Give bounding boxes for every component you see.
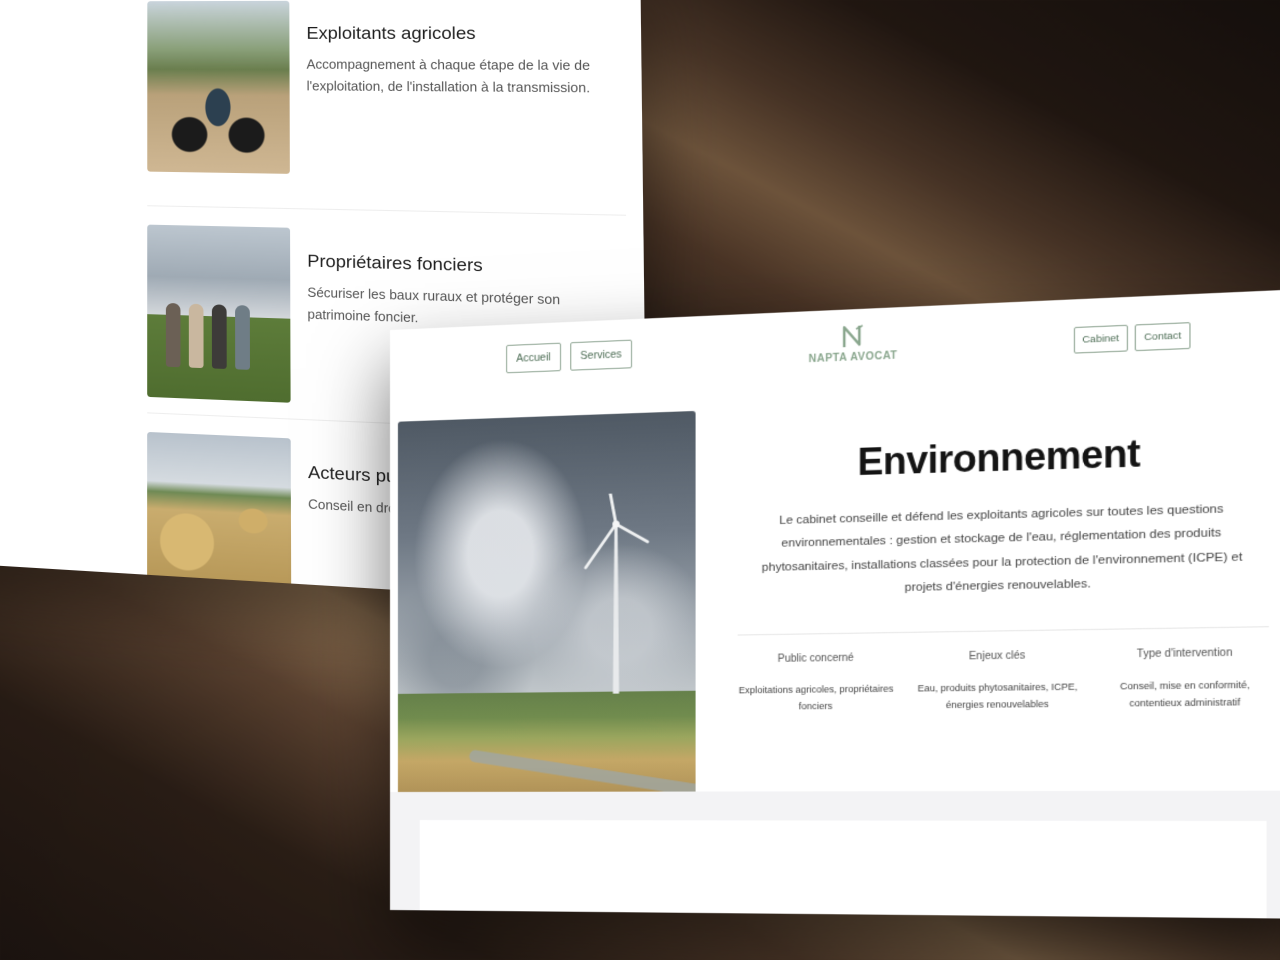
fact-label: Type d'intervention — [1136, 646, 1233, 661]
intro-text: Le cabinet conseille et défend les explo… — [761, 502, 1243, 595]
service-title: Propriétaires fonciers — [307, 250, 483, 276]
fact-value: Eau, produits phytosanitaires, ICPE, éne… — [917, 680, 1078, 711]
service-item-exploitants[interactable]: Exploitants agricoles Accompagnement à c… — [147, 0, 627, 216]
napta-monogram-icon — [841, 323, 865, 349]
nav-services-button[interactable]: Services — [570, 339, 633, 371]
turbine-shape — [579, 492, 651, 694]
people-field-photo-icon — [147, 224, 291, 403]
fact-label: Public concerné — [777, 652, 854, 665]
environnement-page: Accueil Services NAPTA AVOCAT Cabinet Co… — [390, 289, 1280, 919]
nav-cabinet-button[interactable]: Cabinet — [1073, 324, 1129, 354]
fact-value: Conseil, mise en conformité, contentieux… — [1119, 679, 1250, 709]
service-title: Exploitants agricoles — [306, 23, 476, 44]
fact-value: Exploitations agricoles, propriétaires f… — [738, 683, 894, 712]
service-description: Accompagnement à chaque étape de la vie … — [306, 57, 591, 96]
site-logo[interactable]: NAPTA AVOCAT — [799, 322, 907, 366]
nav-contact-button[interactable]: Contact — [1135, 322, 1191, 352]
fact-intervention: Type d'intervention Conseil, mise en con… — [1090, 646, 1280, 712]
next-section — [390, 790, 1280, 919]
divider — [737, 625, 1269, 636]
next-section-card — [419, 820, 1267, 919]
nav-accueil-button[interactable]: Accueil — [506, 342, 561, 374]
fact-label: Enjeux clés — [968, 649, 1026, 663]
page-heading-fragment: ent — [0, 61, 40, 106]
wind-turbine-photo-icon — [397, 410, 696, 806]
logo-text: NAPTA AVOCAT — [808, 350, 898, 366]
tractor-photo-icon — [147, 0, 290, 174]
facts-row: Public concerné Exploitations agricoles,… — [727, 646, 1280, 715]
hay-bales-photo-icon — [147, 431, 292, 606]
fact-enjeux: Enjeux clés Eau, produits phytosanitaire… — [906, 649, 1090, 714]
page-title: Environnement — [857, 431, 1141, 484]
main-content: Environnement Le cabinet conseille et dé… — [727, 390, 1280, 715]
fact-public: Public concerné Exploitations agricoles,… — [727, 651, 905, 715]
